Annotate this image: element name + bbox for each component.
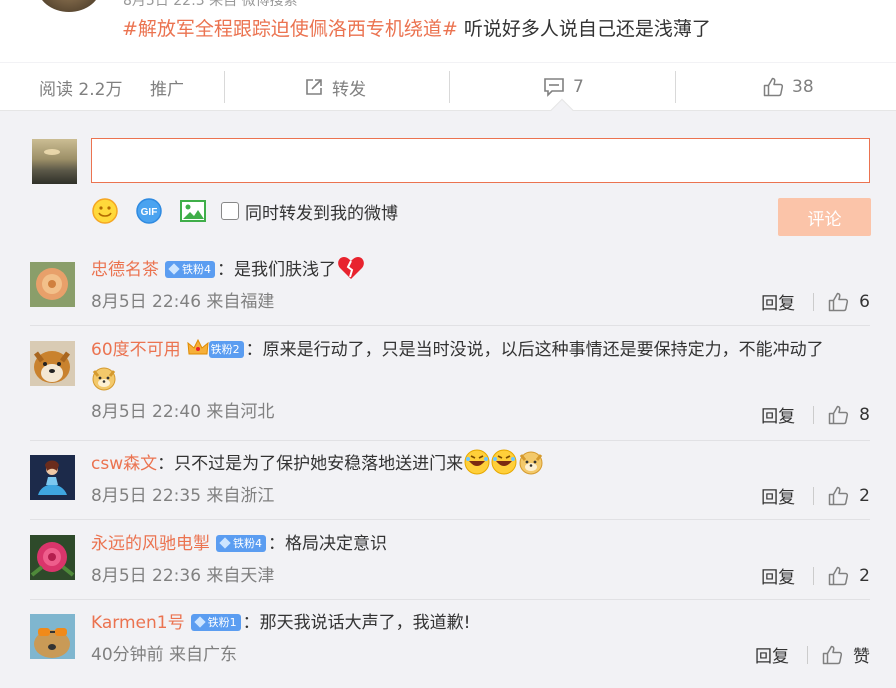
doge-icon xyxy=(518,449,544,475)
post-header: 8月5日 22:3 来自 微博搜索 #解放军全程跟踪迫使佩洛西专机绕道# 听说好… xyxy=(0,0,896,62)
submit-comment-button[interactable]: 评论 xyxy=(778,198,871,236)
comment-time: 40分钟前 来自广东 xyxy=(91,645,238,665)
fan-badge: 铁粉4 xyxy=(165,260,215,278)
comment-text: ：只不过是为了保护她安稳落地送进门来 xyxy=(157,454,464,474)
divider xyxy=(813,486,815,505)
forward-label: 转发 xyxy=(332,79,366,100)
image-icon[interactable] xyxy=(179,197,207,225)
diamond-icon xyxy=(193,616,206,628)
divider xyxy=(813,292,815,311)
post-body-text: 听说好多人说自己还是浅薄了 xyxy=(457,18,711,40)
promote-button[interactable]: 推广 xyxy=(150,63,184,111)
fan-badge: 铁粉1 xyxy=(190,613,241,631)
reply-button[interactable]: 回复 xyxy=(755,642,789,667)
commenter-name[interactable]: 60度不可用 xyxy=(91,340,181,360)
gif-icon[interactable]: GIF xyxy=(135,197,163,225)
comment-time: 8月5日 22:35 来自浙江 xyxy=(91,486,275,506)
commenter-name[interactable]: Karmen1号 xyxy=(91,613,185,633)
post-action-bar: 阅读 2.2万 推广 转发 7 38 xyxy=(0,62,896,110)
svg-text:GIF: GIF xyxy=(141,207,158,218)
forward-checkbox-label: 同时转发到我的微博 xyxy=(245,203,398,224)
comment-time: 8月5日 22:36 来自天津 xyxy=(91,566,275,586)
crown-icon xyxy=(187,338,209,358)
post-meta: 8月5日 22:3 来自 微博搜索 xyxy=(123,0,298,9)
comment-like-count: 2 xyxy=(859,565,870,586)
thumbs-up-icon xyxy=(763,77,784,97)
forward-icon xyxy=(304,77,324,97)
divider xyxy=(449,71,450,103)
commenter-name[interactable]: csw森文 xyxy=(91,454,157,474)
comment-like-count: 6 xyxy=(859,291,870,312)
thumbs-up-icon xyxy=(828,292,849,311)
reply-button[interactable]: 回复 xyxy=(761,483,795,508)
divider xyxy=(813,405,815,424)
comment-time: 8月5日 22:46 来自福建 xyxy=(91,292,275,312)
comment-text: ：原来是行动了，只是当时没说，以后这种事情还是要保持定力，不能冲动了 xyxy=(245,340,824,360)
laugh-icon xyxy=(464,449,490,475)
comment-text: ：那天我说话大声了，我道歉! xyxy=(242,613,471,633)
read-count: 阅读 2.2万 xyxy=(39,79,123,100)
broken-heart-icon xyxy=(337,255,364,281)
comment-input[interactable] xyxy=(91,138,870,183)
commenter-avatar[interactable] xyxy=(30,535,75,580)
reply-button[interactable]: 回复 xyxy=(761,289,795,314)
divider xyxy=(30,519,870,520)
forward-button[interactable]: 转发 xyxy=(304,63,366,111)
post-text: #解放军全程跟踪迫使佩洛西专机绕道# 听说好多人说自己还是浅薄了 xyxy=(122,14,711,41)
like-count: 38 xyxy=(792,77,814,97)
comment-text: ：格局决定意识 xyxy=(268,534,387,554)
divider xyxy=(807,645,808,664)
divider xyxy=(224,71,225,103)
commenter-avatar[interactable] xyxy=(30,262,75,307)
comment-like-button[interactable]: 6 xyxy=(828,292,870,312)
commenter-avatar[interactable] xyxy=(30,341,75,386)
comment-like-button[interactable]: 2 xyxy=(828,566,870,586)
commenter-avatar[interactable] xyxy=(30,455,75,500)
composer-tools: GIF 同时转发到我的微博 xyxy=(91,197,398,225)
fan-badge: 铁粉4 xyxy=(216,534,266,552)
commenter-avatar[interactable] xyxy=(30,614,75,659)
comment-like-button[interactable]: 2 xyxy=(828,486,870,506)
divider xyxy=(675,71,676,103)
laugh-icon xyxy=(491,449,517,475)
comment-like-count: 赞 xyxy=(853,647,870,667)
comment-like-button[interactable]: 8 xyxy=(828,405,870,425)
comment-text: ：是我们肤浅了 xyxy=(217,260,336,280)
divider xyxy=(813,566,815,585)
commenter-name[interactable]: 永远的风驰电掣 xyxy=(91,534,210,554)
thumbs-up-icon xyxy=(822,645,843,664)
comment-like-count: 8 xyxy=(859,404,870,425)
reply-button[interactable]: 回复 xyxy=(761,563,795,588)
fan-badge: 铁粉2 xyxy=(208,341,244,358)
post-author-avatar[interactable] xyxy=(37,0,101,12)
divider xyxy=(30,599,870,600)
divider xyxy=(30,325,870,326)
post-topic-link[interactable]: #解放军全程跟踪迫使佩洛西专机绕道# xyxy=(122,18,458,40)
comment-count: 7 xyxy=(573,77,584,97)
smiley-icon[interactable] xyxy=(91,197,119,225)
thumbs-up-icon xyxy=(828,405,849,424)
thumbs-up-icon xyxy=(828,486,849,505)
divider xyxy=(30,440,870,441)
forward-checkbox[interactable] xyxy=(221,202,239,220)
commenter-name[interactable]: 忠德名茶 xyxy=(91,260,159,280)
reply-button[interactable]: 回复 xyxy=(761,402,795,427)
comment-panel: GIF 同时转发到我的微博 评论 忠德名茶 铁粉4 ：是我们肤浅了 8月5日 22:… xyxy=(0,110,896,688)
diamond-icon xyxy=(168,263,180,275)
diamond-icon xyxy=(219,537,231,549)
comment-time: 8月5日 22:40 来自河北 xyxy=(91,402,275,422)
current-user-avatar xyxy=(32,139,77,184)
comment-like-button[interactable]: 赞 xyxy=(822,642,870,667)
thumbs-up-icon xyxy=(828,566,849,585)
like-button[interactable]: 38 xyxy=(763,63,814,111)
comment-icon xyxy=(543,77,565,97)
doge-icon xyxy=(91,365,117,391)
comment-like-count: 2 xyxy=(859,485,870,506)
